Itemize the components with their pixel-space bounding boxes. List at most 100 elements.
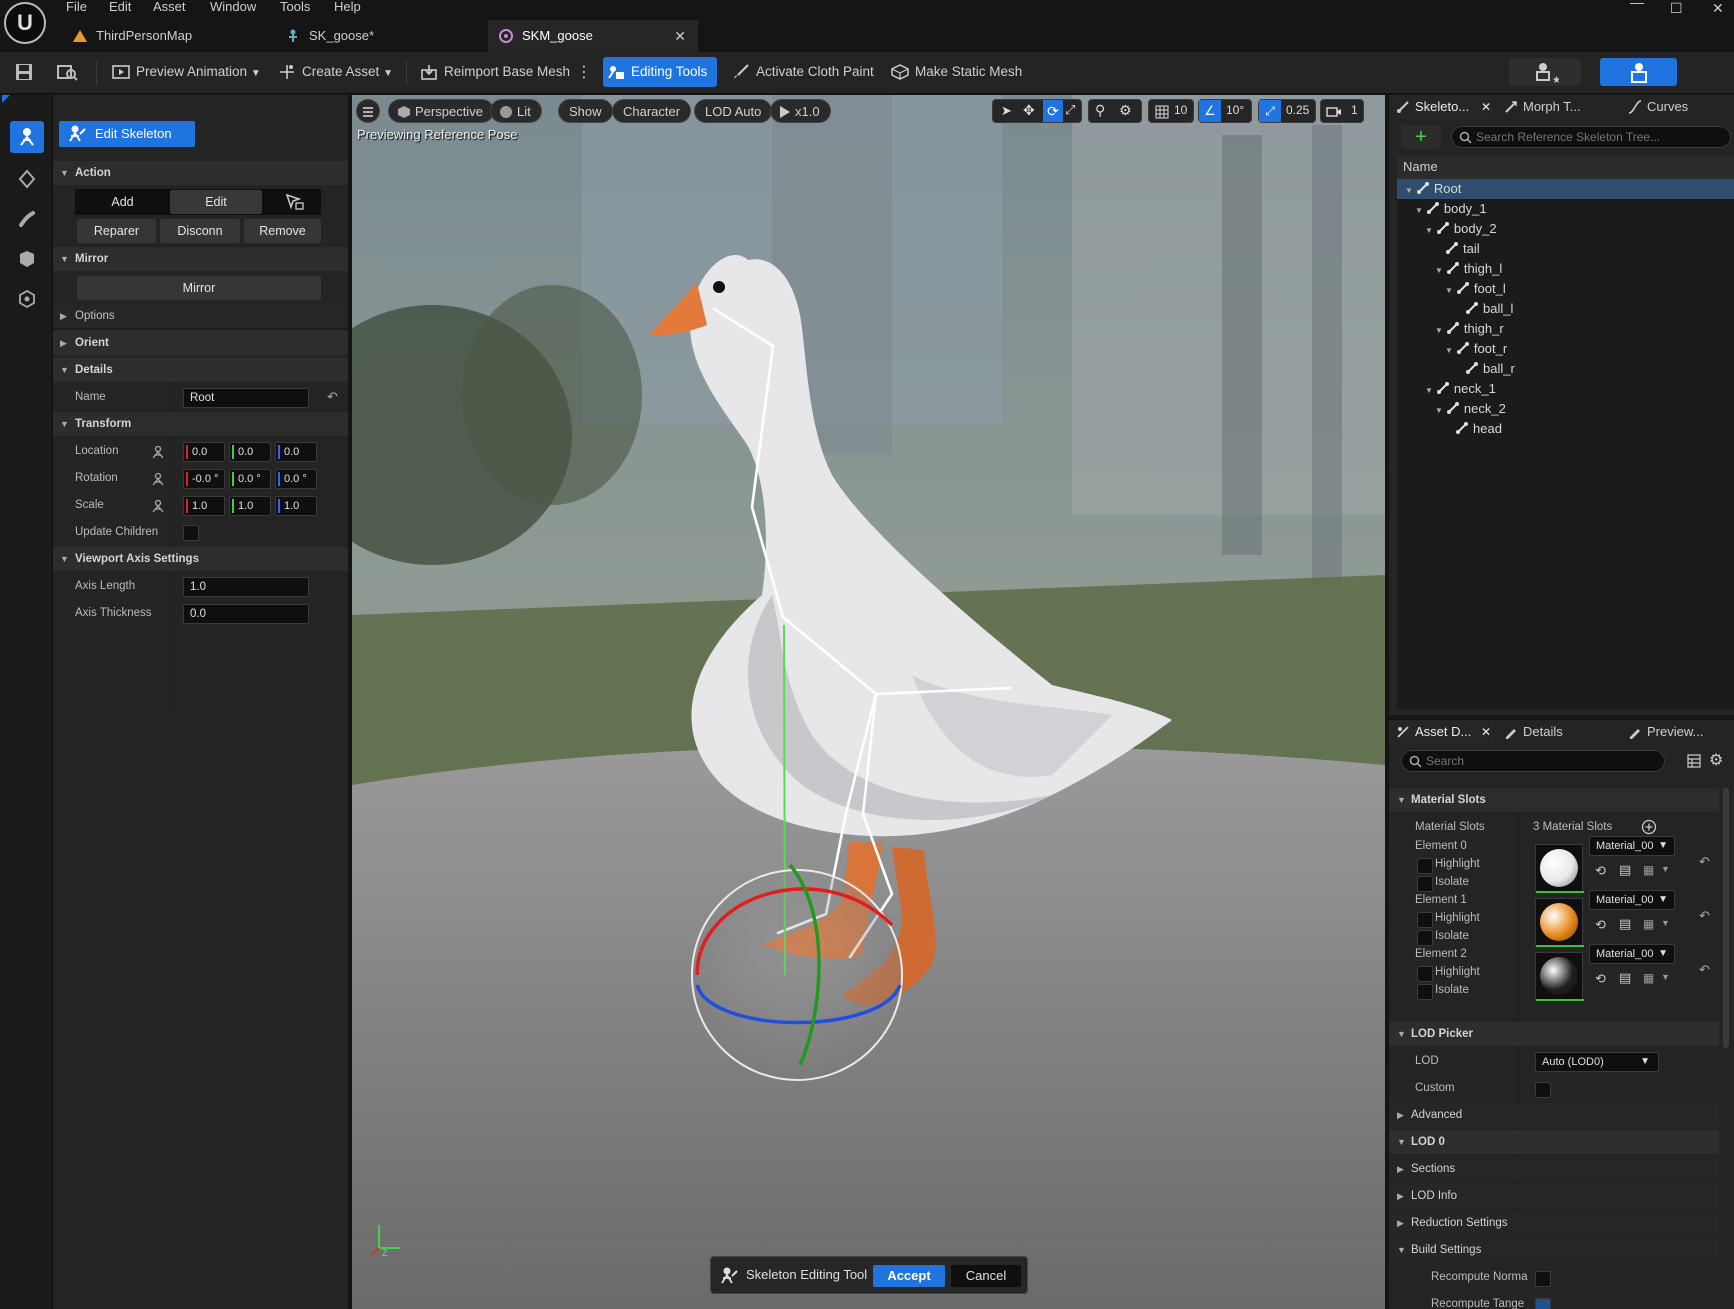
use-selected-icon[interactable]: ⟲ xyxy=(1595,917,1606,933)
browse-folder-icon[interactable]: ▤ xyxy=(1619,970,1631,986)
select-icon[interactable]: ➤ xyxy=(1001,103,1012,119)
make-static-mesh-button[interactable]: Make Static Mesh xyxy=(887,57,1022,87)
maximize-button[interactable]: ☐ xyxy=(1670,0,1683,17)
section-action[interactable]: ▼ Action xyxy=(53,161,348,185)
tab-thirdpersonmap[interactable]: ThirdPersonMap xyxy=(62,20,272,52)
angle-snap-group[interactable]: ∠ 10° xyxy=(1198,99,1252,123)
chevron-down-icon[interactable]: ▼ xyxy=(1661,972,1670,982)
world-space-icon[interactable] xyxy=(151,499,165,513)
activate-cloth-paint-button[interactable]: Activate Cloth Paint xyxy=(728,57,874,87)
paint-mode-button[interactable] xyxy=(10,203,44,235)
playback-speed-button[interactable]: x1.0 xyxy=(770,99,831,123)
lod-button[interactable]: LOD Auto xyxy=(694,99,773,123)
scale-icon[interactable]: ⤢ xyxy=(1065,102,1075,118)
material-thumbnail[interactable] xyxy=(1535,952,1584,1001)
perspective-button[interactable]: Perspective xyxy=(388,99,494,123)
expand-arrow-icon[interactable]: ▼ xyxy=(1435,266,1443,275)
bone-row-neck-2[interactable]: ▼ neck_2 xyxy=(1397,399,1734,419)
material-dropdown[interactable]: Material_00 ▼ xyxy=(1589,890,1675,910)
section-transform[interactable]: ▼ Transform xyxy=(53,412,348,436)
section-sections[interactable]: ▶ Sections xyxy=(1389,1157,1719,1181)
material-dropdown[interactable]: Material_00 ▼ xyxy=(1589,944,1675,964)
skeleton-mode-button[interactable]: ★ xyxy=(1509,58,1581,86)
details-search-input[interactable] xyxy=(1426,752,1656,770)
expand-arrow-icon[interactable]: ▼ xyxy=(1415,206,1423,215)
accept-button[interactable]: Accept xyxy=(873,1265,945,1287)
bone-row-foot-l[interactable]: ▼ foot_l xyxy=(1397,279,1734,299)
section-build-settings[interactable]: ▼ Build Settings xyxy=(1389,1238,1719,1262)
tab-morph-targets[interactable]: Morph T... xyxy=(1497,95,1597,119)
chevron-down-icon[interactable]: ▼ xyxy=(1661,918,1670,928)
editing-tools-button[interactable]: Editing Tools xyxy=(603,57,717,87)
skeleton-search-box[interactable] xyxy=(1451,126,1731,148)
bone-row-head[interactable]: head xyxy=(1397,419,1734,439)
checker-icon[interactable]: ▦ xyxy=(1643,971,1654,985)
isolate-checkbox[interactable] xyxy=(1417,984,1433,1000)
section-lod-picker[interactable]: ▼ LOD Picker xyxy=(1389,1022,1719,1046)
rotation-x-field[interactable]: -0.0 ° xyxy=(183,469,225,489)
chevron-down-icon[interactable]: ▼ xyxy=(1661,864,1670,874)
close-icon[interactable]: ✕ xyxy=(674,20,686,52)
checker-icon[interactable]: ▦ xyxy=(1643,863,1654,877)
browse-folder-icon[interactable]: ▤ xyxy=(1619,916,1631,932)
details-scrollbar[interactable] xyxy=(1723,788,1729,1048)
add-button[interactable]: Add xyxy=(77,190,168,214)
highlight-checkbox[interactable] xyxy=(1417,858,1433,874)
reset-icon[interactable]: ↶ xyxy=(1699,962,1710,978)
axis-length-field[interactable]: 1.0 xyxy=(183,577,309,597)
reimport-base-mesh-button[interactable]: Reimport Base Mesh xyxy=(416,57,570,87)
bone-row-ball-r[interactable]: ball_r xyxy=(1397,359,1734,379)
tab-preview-settings[interactable]: Preview... xyxy=(1621,720,1721,744)
lod-dropdown[interactable]: Auto (LOD0) ▼ xyxy=(1535,1052,1659,1072)
show-button[interactable]: Show xyxy=(558,99,613,123)
tab-skeleton-tree[interactable]: Skeleto... ✕ xyxy=(1389,95,1493,119)
preview-animation-button[interactable]: Preview Animation ▼ xyxy=(108,57,261,87)
surface-snap-icon[interactable]: ⚙ xyxy=(1119,102,1132,119)
section-lod-info[interactable]: ▶ LOD Info xyxy=(1389,1184,1719,1208)
details-search-box[interactable] xyxy=(1401,750,1665,772)
menu-window[interactable]: Window xyxy=(210,0,256,14)
section-orient[interactable]: ▶ Orient xyxy=(53,331,348,355)
minimize-button[interactable]: — xyxy=(1630,0,1644,10)
bone-row-ball-l[interactable]: ball_l xyxy=(1397,299,1734,319)
isolate-checkbox[interactable] xyxy=(1417,930,1433,946)
scale-x-field[interactable]: 1.0 xyxy=(183,496,225,516)
update-children-checkbox[interactable] xyxy=(183,525,199,541)
rotate-icon[interactable]: ⟳ xyxy=(1043,100,1063,122)
skeleton-search-input[interactable] xyxy=(1476,128,1726,146)
menu-help[interactable]: Help xyxy=(334,0,361,14)
tab-skm-goose[interactable]: SKM_goose ✕ xyxy=(488,20,698,52)
bone-row-foot-r[interactable]: ▼ foot_r xyxy=(1397,339,1734,359)
custom-lod-checkbox[interactable] xyxy=(1535,1082,1551,1098)
expand-arrow-icon[interactable]: ▼ xyxy=(1435,406,1443,415)
expand-arrow-icon[interactable]: ▼ xyxy=(1445,286,1453,295)
add-slot-icon[interactable] xyxy=(1641,819,1657,835)
section-mirror[interactable]: ▼ Mirror xyxy=(53,247,348,271)
tab-asset-details[interactable]: Asset D... ✕ xyxy=(1389,720,1493,744)
expand-arrow-icon[interactable]: ▼ xyxy=(1425,226,1433,235)
section-options[interactable]: ▶ Options xyxy=(53,304,348,328)
material-thumbnail[interactable] xyxy=(1535,844,1584,893)
edit-skeleton-button[interactable]: Edit Skeleton xyxy=(59,121,195,147)
tab-details[interactable]: Details xyxy=(1497,720,1597,744)
world-space-icon[interactable] xyxy=(151,472,165,486)
viewport-options-button[interactable] xyxy=(356,99,380,123)
highlight-checkbox[interactable] xyxy=(1417,912,1433,928)
bone-row-root[interactable]: ▼ Root xyxy=(1397,179,1734,199)
bone-name-field[interactable]: Root xyxy=(183,388,309,408)
material-dropdown[interactable]: Material_00 ▼ xyxy=(1589,836,1675,856)
disconnect-button[interactable]: Disconn xyxy=(160,219,240,243)
character-button[interactable]: Character xyxy=(612,99,692,123)
section-details[interactable]: ▼ Details xyxy=(53,358,348,382)
unreal-logo[interactable]: U xyxy=(4,2,46,44)
lit-button[interactable]: Lit xyxy=(490,99,542,123)
menu-edit[interactable]: Edit xyxy=(109,0,131,14)
use-selected-icon[interactable]: ⟲ xyxy=(1595,863,1606,879)
translate-icon[interactable]: ✥ xyxy=(1023,102,1035,119)
rotation-y-field[interactable]: 0.0 ° xyxy=(229,469,271,489)
section-material-slots[interactable]: ▼ Material Slots xyxy=(1389,788,1719,812)
modeling-mode-button[interactable] xyxy=(10,163,44,195)
physics-mode-button[interactable] xyxy=(10,283,44,315)
gear-icon[interactable]: ⚙ xyxy=(1709,750,1723,770)
bone-row-thigh-l[interactable]: ▼ thigh_l xyxy=(1397,259,1734,279)
